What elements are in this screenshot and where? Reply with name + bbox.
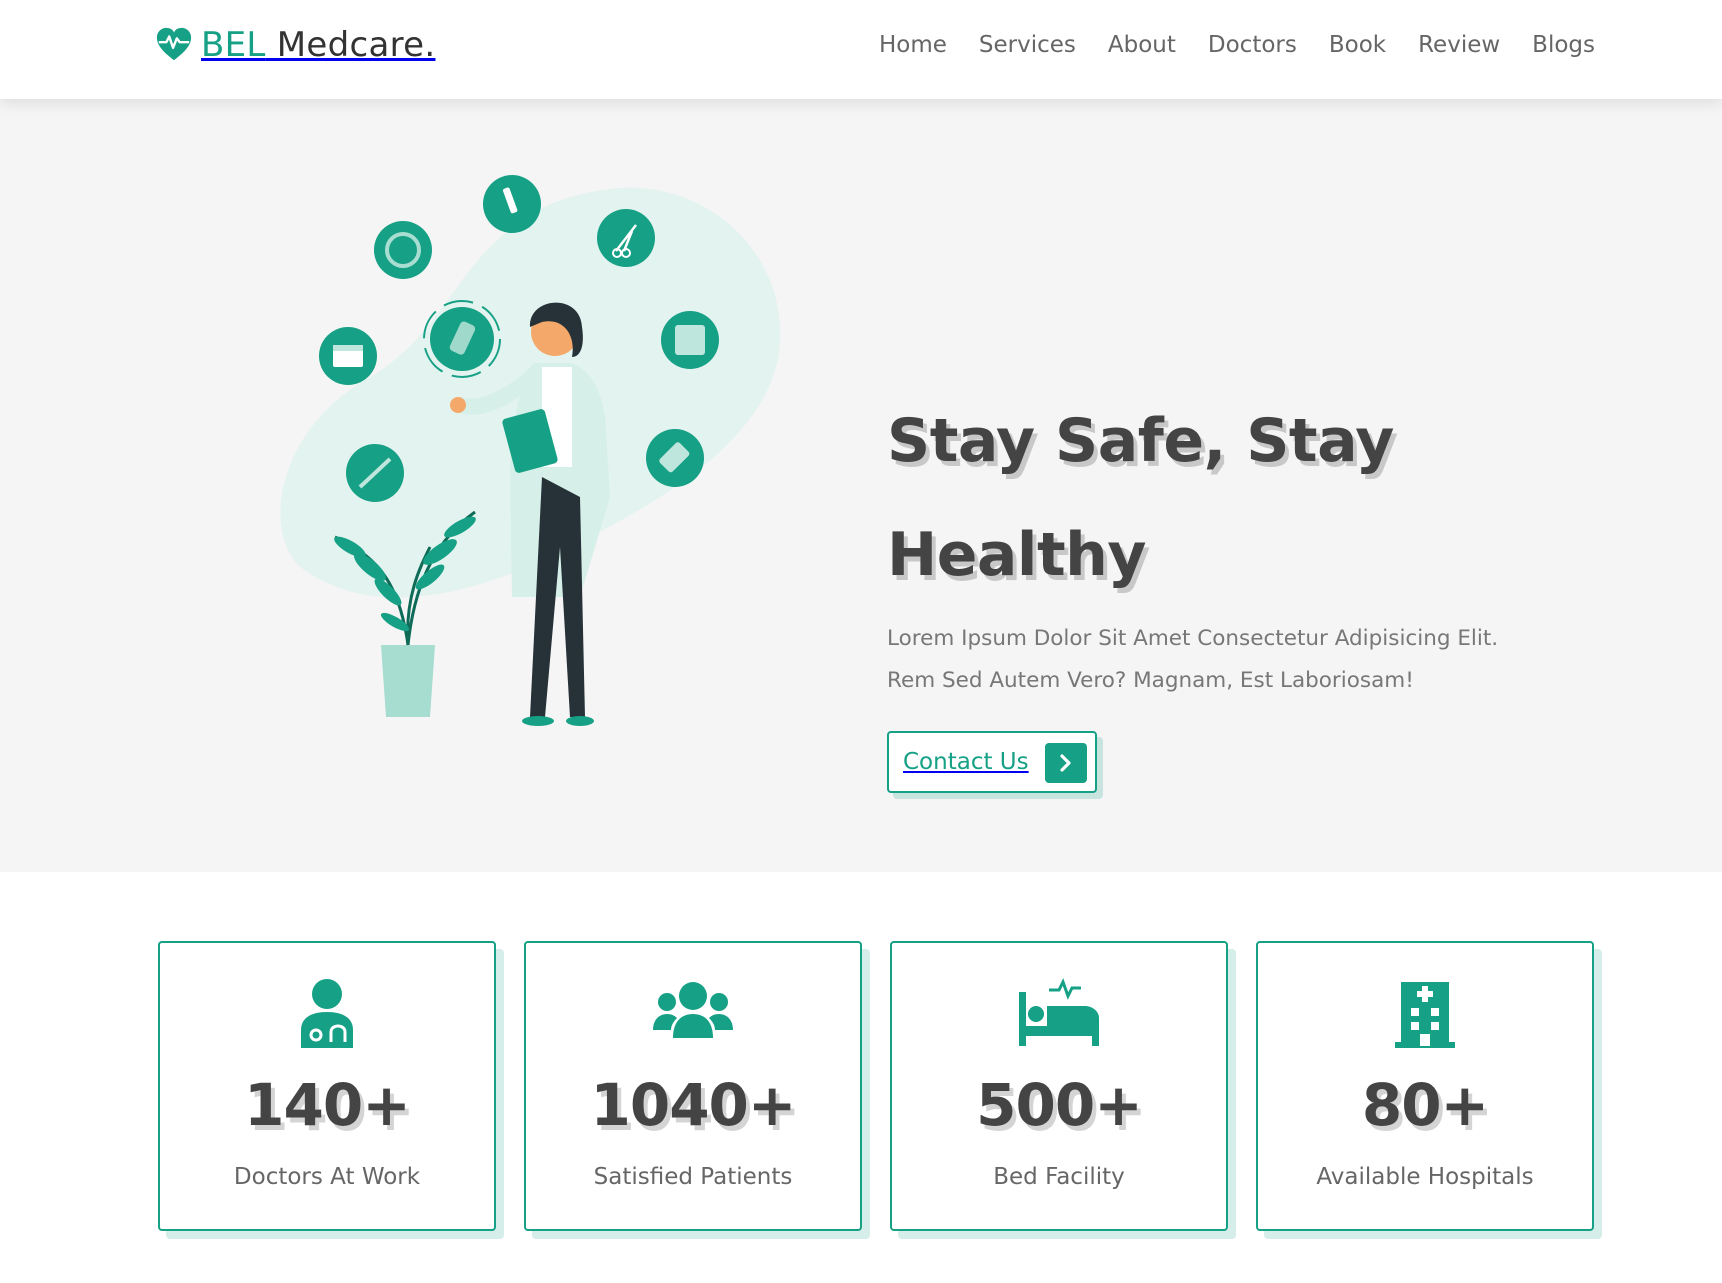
hospital-icon bbox=[1395, 982, 1455, 1048]
nav-item-about[interactable]: About bbox=[1108, 28, 1176, 62]
chevron-right-icon bbox=[1045, 743, 1087, 783]
stat-number: 500+ bbox=[976, 1071, 1143, 1139]
stat-number: 140+ bbox=[244, 1071, 411, 1139]
nav-item-review[interactable]: Review bbox=[1418, 28, 1500, 62]
nav-item-doctors[interactable]: Doctors bbox=[1208, 28, 1297, 62]
stat-number: 1040+ bbox=[590, 1071, 796, 1139]
nav-item-home[interactable]: Home bbox=[879, 28, 947, 62]
stat-card-beds: 500+ Bed Facility bbox=[890, 941, 1228, 1231]
contact-us-label: Contact Us bbox=[903, 749, 1029, 775]
nav-item-blogs[interactable]: Blogs bbox=[1532, 28, 1595, 62]
stat-card-patients: 1040+ Satisfied Patients bbox=[524, 941, 862, 1231]
hero-title-line1: Stay Safe, Stay bbox=[887, 406, 1394, 476]
stat-card-hospitals: 80+ Available Hospitals bbox=[1256, 941, 1594, 1231]
doctor-icon bbox=[301, 979, 353, 1048]
nav-item-services[interactable]: Services bbox=[979, 28, 1076, 62]
users-icon bbox=[653, 982, 733, 1038]
hero-description: Lorem Ipsum Dolor Sit Amet Consectetur A… bbox=[887, 618, 1587, 702]
heart-pulse-icon bbox=[156, 27, 192, 61]
stat-label: Bed Facility bbox=[993, 1164, 1125, 1190]
stat-card-doctors: 140+ Doctors At Work bbox=[158, 941, 496, 1231]
hero-title-line2: Healthy bbox=[887, 520, 1146, 590]
brand-rest: Medcare. bbox=[265, 25, 436, 65]
hero-desc-line2: Rem Sed Autem Vero? Magnam, Est Laborios… bbox=[887, 668, 1414, 693]
stat-label: Satisfied Patients bbox=[593, 1164, 793, 1190]
doctor-illustration bbox=[280, 175, 781, 726]
pill-bottle-circle bbox=[374, 221, 432, 279]
bed-icon bbox=[1019, 978, 1099, 1046]
stat-number: 80+ bbox=[1361, 1071, 1489, 1139]
nav-item-book[interactable]: Book bbox=[1329, 28, 1386, 62]
site-header: BEL Medcare. Home Services About Doctors… bbox=[0, 0, 1722, 99]
brand-accent: BEL bbox=[201, 25, 266, 65]
brand-logo[interactable]: BEL Medcare. bbox=[155, 22, 435, 68]
hero-title: Stay Safe, Stay Healthy bbox=[887, 384, 1607, 612]
stats-section: 140+ Doctors At Work 1040+ Satisfied Pat… bbox=[158, 941, 1594, 1233]
brand-name: BEL Medcare. bbox=[201, 22, 435, 68]
contact-us-button[interactable]: Contact Us bbox=[887, 731, 1097, 793]
stat-label: Available Hospitals bbox=[1316, 1164, 1534, 1190]
stat-label: Doctors At Work bbox=[233, 1164, 421, 1190]
hero-desc-line1: Lorem Ipsum Dolor Sit Amet Consectetur A… bbox=[887, 626, 1499, 651]
hero-section: Stay Safe, Stay Healthy Lorem Ipsum Dolor… bbox=[0, 99, 1722, 872]
main-nav: Home Services About Doctors Book Review … bbox=[847, 28, 1595, 62]
